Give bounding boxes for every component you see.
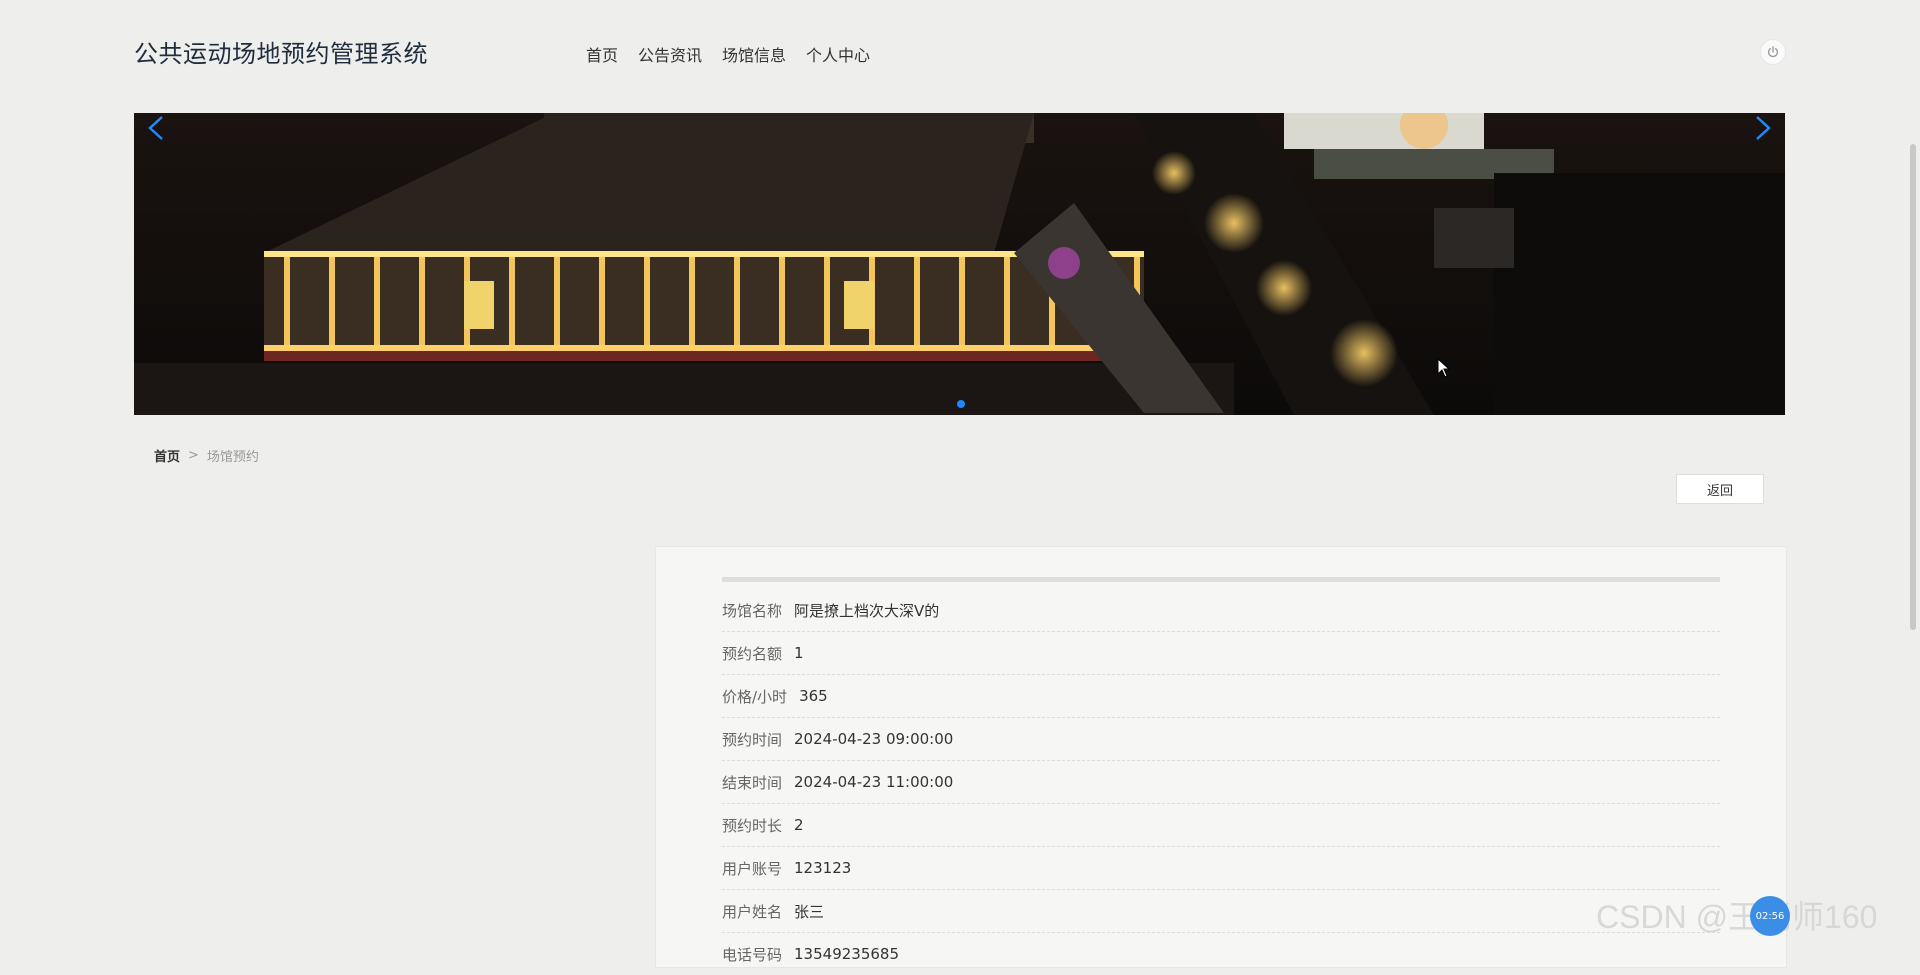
breadcrumb-home[interactable]: 首页 <box>154 446 180 465</box>
detail-value: 123123 <box>794 859 852 877</box>
detail-row-price: 价格/小时 365 <box>722 675 1720 718</box>
clock-badge: 02:56 <box>1750 896 1790 936</box>
carousel-indicator-dot[interactable] <box>957 400 965 408</box>
carousel-prev-icon[interactable] <box>144 115 170 141</box>
logout-button[interactable] <box>1760 39 1786 65</box>
detail-label: 结束时间 <box>722 773 783 792</box>
detail-row-quota: 预约名额 1 <box>722 632 1720 675</box>
breadcrumb: 首页 > 场馆预约 <box>154 446 259 465</box>
header: 公共运动场地预约管理系统 首页 公告资讯 场馆信息 个人中心 <box>0 0 1920 104</box>
detail-row-user-account: 用户账号 123123 <box>722 847 1720 890</box>
nav-home[interactable]: 首页 <box>586 42 618 66</box>
page-scrollbar[interactable] <box>1910 144 1916 630</box>
detail-label: 预约时长 <box>722 816 783 835</box>
detail-label: 预约名额 <box>722 644 783 663</box>
detail-value: 2024-04-23 09:00:00 <box>794 730 954 748</box>
detail-value: 13549235685 <box>794 945 899 963</box>
back-button[interactable]: 返回 <box>1676 474 1764 504</box>
detail-row-user-name: 用户姓名 张三 <box>722 890 1720 933</box>
detail-list: 场馆名称 阿是撩上档次大深V的 预约名额 1 价格/小时 365 预约时间 20… <box>722 589 1720 975</box>
detail-label: 用户账号 <box>722 859 783 878</box>
nav-profile[interactable]: 个人中心 <box>806 42 870 66</box>
nav-venues[interactable]: 场馆信息 <box>722 42 786 66</box>
breadcrumb-current: 场馆预约 <box>206 450 259 465</box>
main-nav: 首页 公告资讯 场馆信息 个人中心 <box>586 42 870 66</box>
detail-value: 2024-04-23 11:00:00 <box>794 773 954 791</box>
detail-row-phone: 电话号码 13549235685 <box>722 933 1720 975</box>
breadcrumb-separator: > <box>188 448 199 463</box>
detail-row-end-time: 结束时间 2024-04-23 11:00:00 <box>722 761 1720 804</box>
watermark-text: CSDN @王老师160 <box>1596 899 1878 935</box>
banner-carousel[interactable] <box>134 113 1785 415</box>
nav-announcements[interactable]: 公告资讯 <box>638 42 702 66</box>
detail-value: 阿是撩上档次大深V的 <box>794 601 940 620</box>
detail-row-start-time: 预约时间 2024-04-23 09:00:00 <box>722 718 1720 761</box>
detail-value: 1 <box>794 644 804 662</box>
power-icon <box>1768 46 1778 58</box>
detail-value: 张三 <box>794 902 825 921</box>
detail-value: 2 <box>794 816 804 834</box>
detail-label: 用户姓名 <box>722 902 783 921</box>
detail-row-duration: 预约时长 2 <box>722 804 1720 847</box>
panel-divider <box>722 577 1720 582</box>
detail-label: 价格/小时 <box>722 687 788 706</box>
detail-label: 预约时间 <box>722 730 783 749</box>
detail-label: 场馆名称 <box>722 601 783 620</box>
detail-row-venue-name: 场馆名称 阿是撩上档次大深V的 <box>722 589 1720 632</box>
detail-label: 电话号码 <box>722 945 783 964</box>
mouse-cursor-icon <box>1437 358 1451 378</box>
site-title: 公共运动场地预约管理系统 <box>134 40 428 68</box>
carousel-next-icon[interactable] <box>1749 115 1775 141</box>
detail-value: 365 <box>799 687 828 705</box>
banner-image <box>134 113 1785 415</box>
